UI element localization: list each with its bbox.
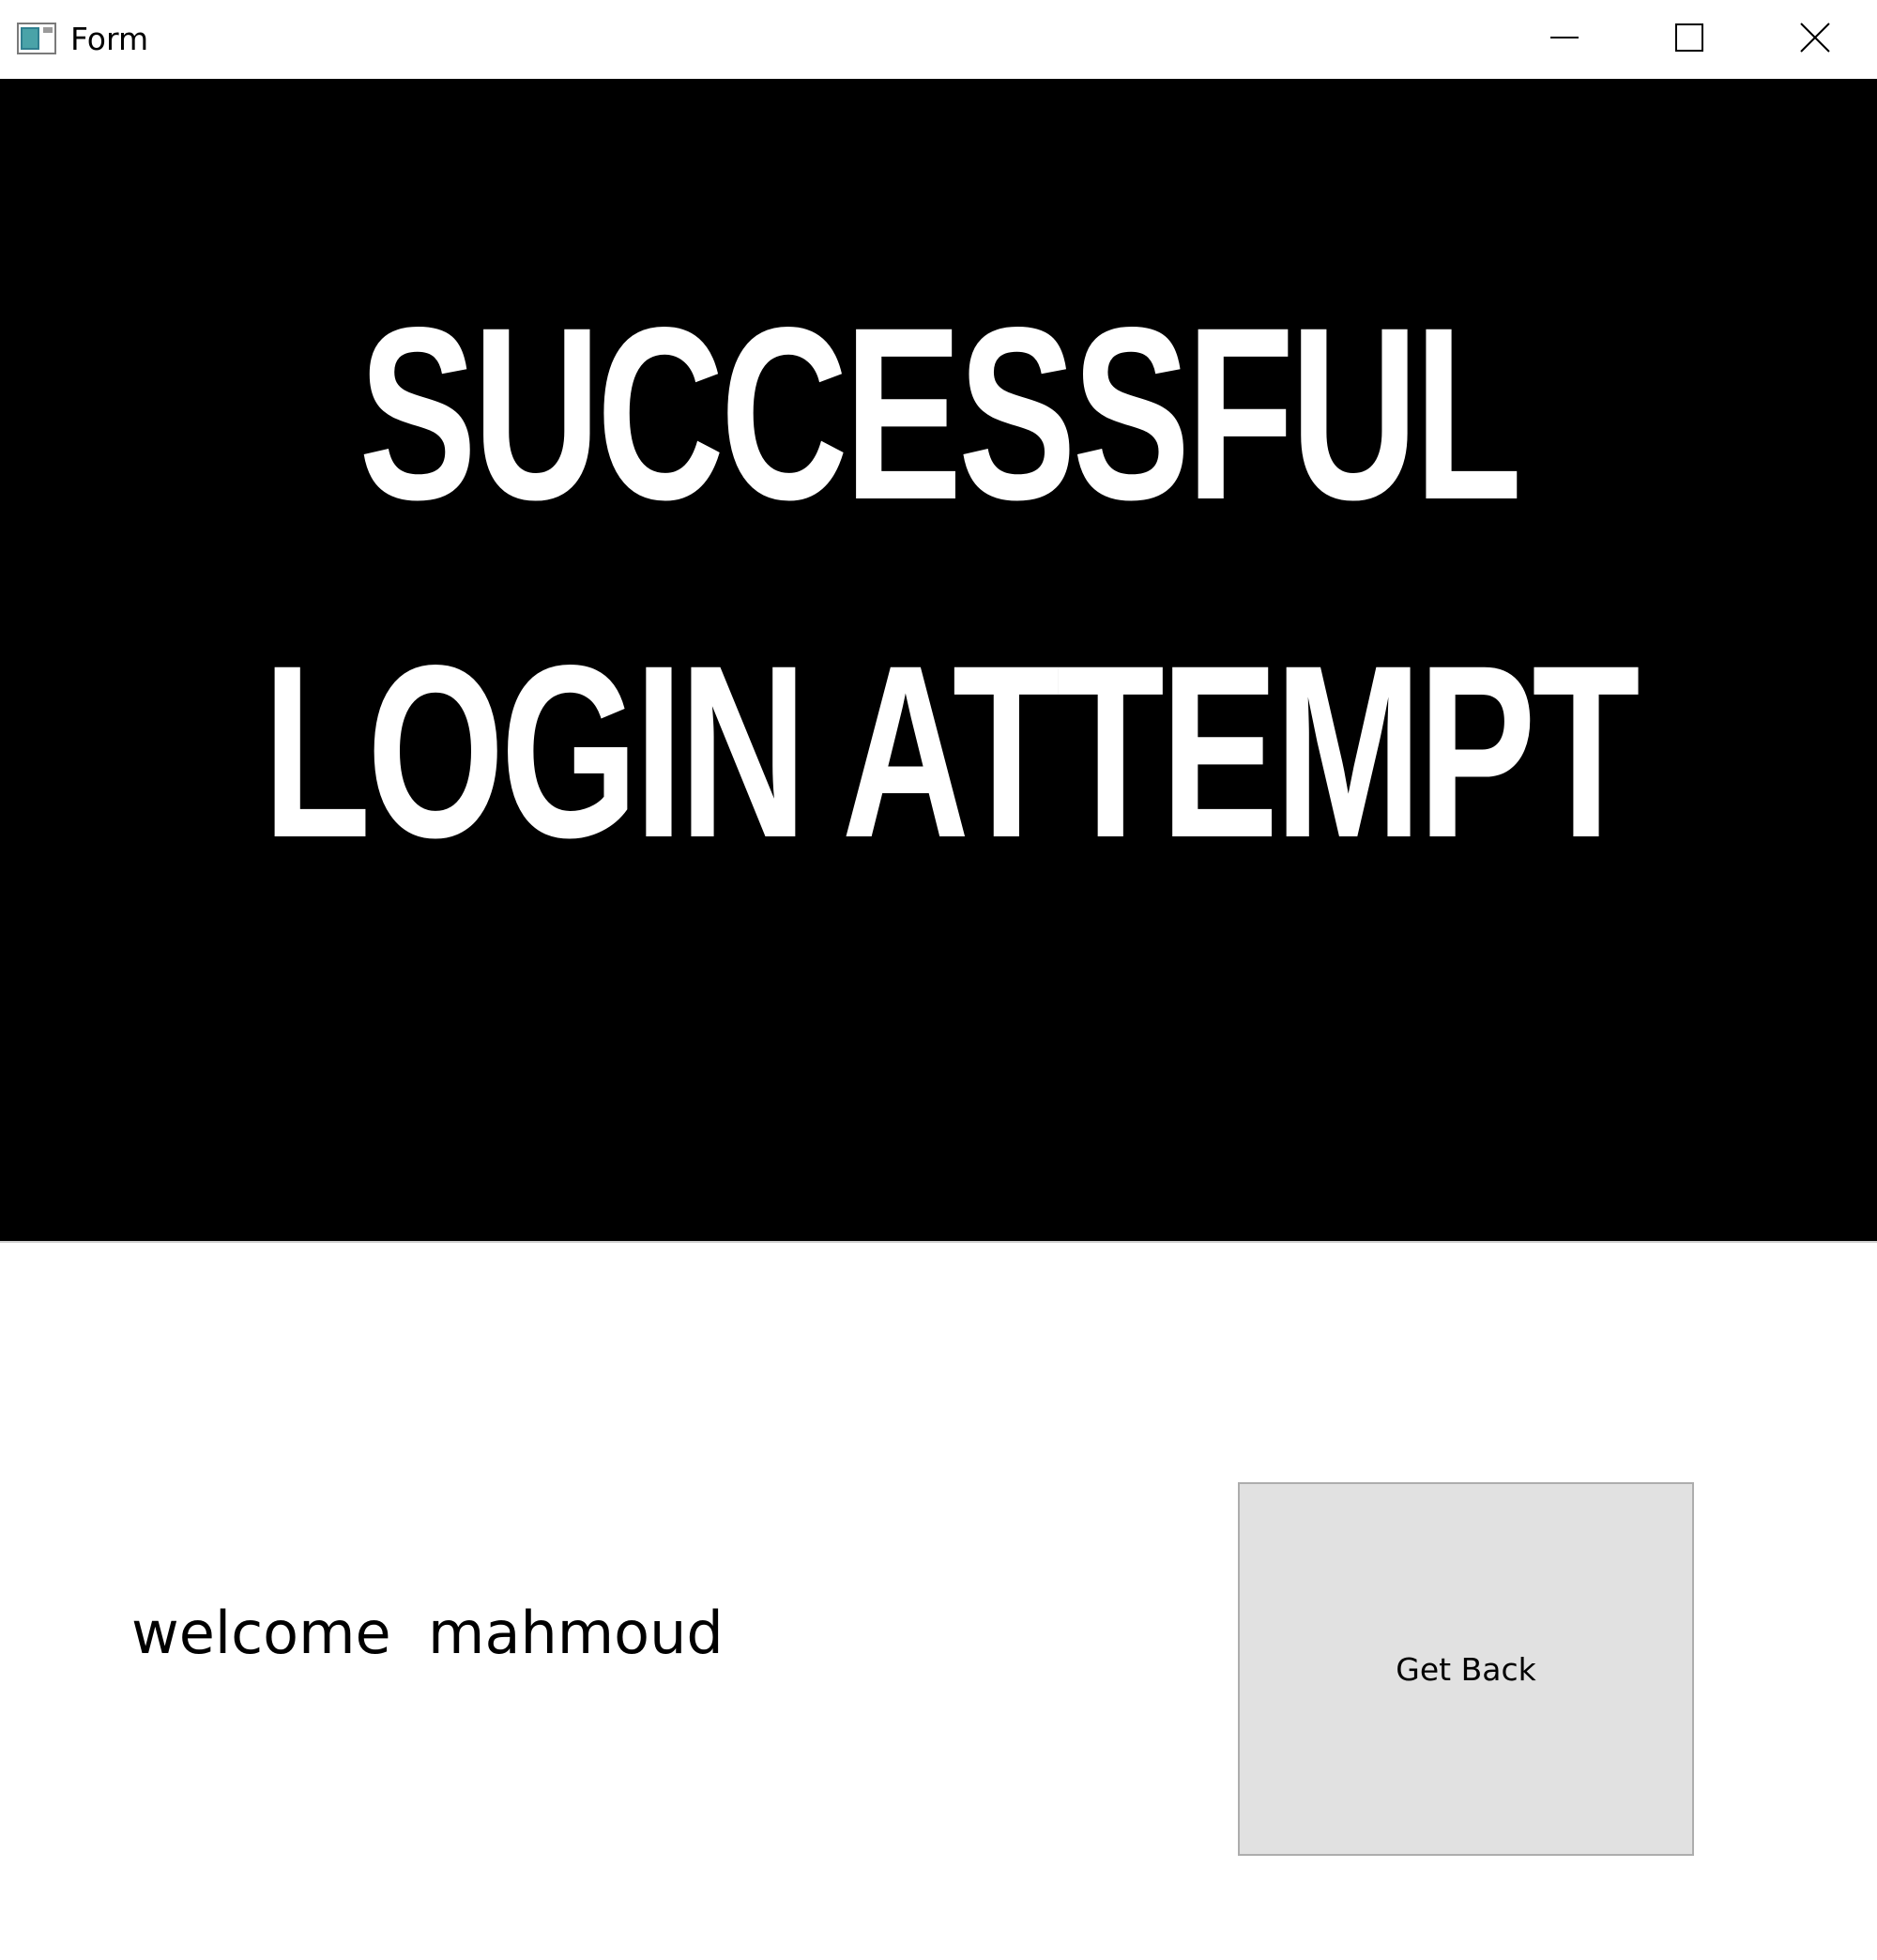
banner-line-1: SUCCESSFUL — [359, 276, 1522, 551]
maximize-icon — [1674, 23, 1703, 55]
window-title: Form — [70, 21, 149, 57]
maximize-button[interactable] — [1626, 0, 1751, 79]
close-button[interactable] — [1752, 0, 1877, 79]
get-back-button[interactable]: Get Back — [1238, 1482, 1694, 1856]
close-icon — [1799, 23, 1830, 56]
form-window: Form SUCCESSFUL LOGIN ATTEMPT welcome ma… — [0, 0, 1877, 1960]
minimize-icon — [1549, 23, 1579, 55]
welcome-label: welcome mahmoud — [131, 1599, 724, 1667]
success-banner-image: SUCCESSFUL LOGIN ATTEMPT — [0, 79, 1877, 1243]
app-icon — [17, 23, 56, 54]
get-back-label: Get Back — [1396, 1650, 1536, 1688]
minimize-button[interactable] — [1502, 0, 1626, 79]
title-bar[interactable]: Form — [0, 0, 1877, 79]
banner-line-2: LOGIN ATTEMPT — [263, 614, 1640, 889]
